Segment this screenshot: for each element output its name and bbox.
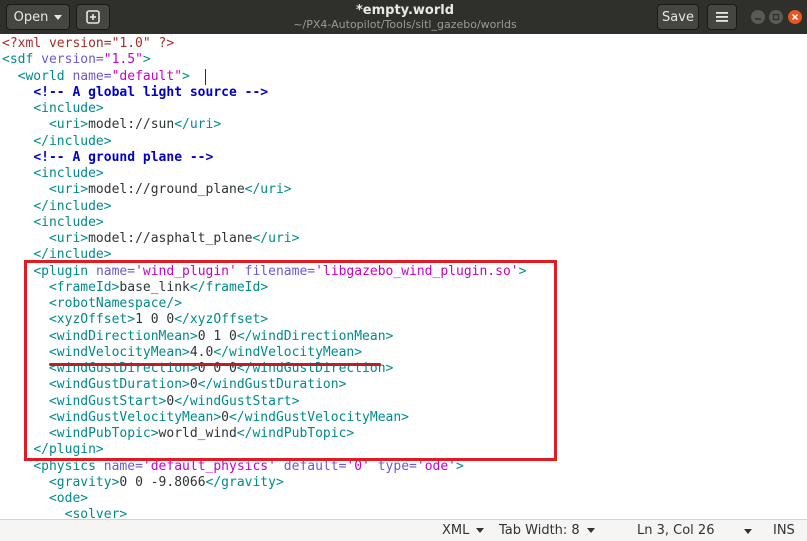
language-label: XML [442,523,470,538]
code-line[interactable]: <world name="default"> [2,69,190,85]
code-token: model://sun [88,117,175,133]
code-line[interactable]: <!-- A global light source --> [2,85,268,101]
cursor-position-label: Ln 3, Col 26 [637,523,715,538]
code-line[interactable]: <uri>model://sun</uri> [2,117,221,133]
open-button-label: Open [13,9,49,25]
open-button[interactable]: Open [6,4,70,30]
close-icon [791,13,799,21]
code-token: <sdf [2,52,42,68]
code-line[interactable]: <include> [2,101,104,117]
minimize-icon [755,18,761,20]
window-title: *empty.world [355,3,454,18]
minimize-button[interactable] [751,10,765,24]
new-tab-button[interactable] [76,4,110,30]
code-line[interactable]: <include> [2,214,104,231]
tab-width-selector[interactable]: Tab Width: 8 [499,523,595,538]
code-token: <uri> [48,182,89,198]
header-bar: Open *empty.world ~/PX4-Autopilot/Tools/… [0,0,807,34]
code-token: </uri> [252,231,300,246]
chevron-down-icon [476,528,485,533]
code-token: model://ground_plane [88,182,245,198]
code-token: <!-- A ground plane --> [33,149,214,165]
code-token: 0 0 -9.8066 [119,474,206,490]
code-token: </uri> [244,182,292,198]
menu-button[interactable] [707,4,737,30]
code-token: <include> [33,101,104,116]
insert-mode-label: INS [773,523,795,538]
code-line[interactable]: <uri>model://asphalt_plane</uri> [2,231,299,247]
code-token: model://asphalt_plane [88,231,253,246]
code-token: <solver> [64,507,128,519]
code-token: <uri> [48,117,89,133]
maximize-button[interactable] [769,10,783,24]
annotation-underline [49,363,381,366]
code-line[interactable]: <include> [2,166,104,182]
insert-mode-indicator: INS [773,523,795,538]
code-line[interactable]: </include> [2,133,112,150]
code-line[interactable]: </include> [2,198,112,215]
cursor-position[interactable]: Ln 3, Col 26 [637,523,714,538]
code-token: <gravity> [48,474,120,490]
code-token: </include> [33,198,112,214]
close-button[interactable] [788,10,802,24]
code-token: </include> [33,133,112,149]
chevron-down-icon [744,529,752,534]
text-cursor [205,69,206,85]
chevron-down-icon [586,528,595,533]
code-token: <include> [33,214,104,230]
code-line[interactable]: <solver> [2,507,128,519]
code-token: > [142,52,151,68]
code-token: name= [72,68,112,84]
window-subtitle-path: ~/PX4-Autopilot/Tools/sitl_gazebo/worlds [293,18,517,31]
code-token: version= [41,52,104,68]
code-line[interactable]: <gravity>0 0 -9.8066</gravity> [2,475,284,491]
status-bar: XML Tab Width: 8 Ln 3, Col 26 INS [0,519,807,541]
code-line[interactable]: <?xml version="1.0" ?> [2,36,174,52]
language-selector[interactable]: XML [442,523,485,538]
code-line[interactable]: <ode> [2,491,88,507]
code-line[interactable]: <sdf version="1.5"> [2,52,151,68]
code-token: <world [17,68,73,84]
code-token: "default" [111,68,183,84]
chevron-down-icon [54,14,63,20]
text-editor-area[interactable]: <solver> <ode> <gravity>0 0 -9.8066</gra… [0,34,807,519]
code-token: <include> [33,166,104,181]
annotation-highlight-box [24,260,557,461]
code-token: </gravity> [205,474,284,490]
position-menu-toggle[interactable] [737,529,752,534]
code-token: "1.5" [103,52,143,68]
hamburger-menu-icon [716,12,728,22]
save-button[interactable]: Save [657,4,699,30]
code-line[interactable]: <!-- A ground plane --> [2,150,213,166]
code-token: </uri> [174,117,222,133]
tab-width-label: Tab Width: 8 [499,523,580,538]
code-token: <ode> [48,491,89,506]
code-token: <uri> [48,231,89,246]
maximize-icon [772,13,780,21]
code-token: <?xml version="1.0" ?> [2,36,175,51]
code-token: <!-- A global light source --> [33,84,269,100]
code-line[interactable]: <uri>model://ground_plane</uri> [2,182,292,198]
new-tab-icon [86,10,100,24]
code-token: > [182,68,190,84]
